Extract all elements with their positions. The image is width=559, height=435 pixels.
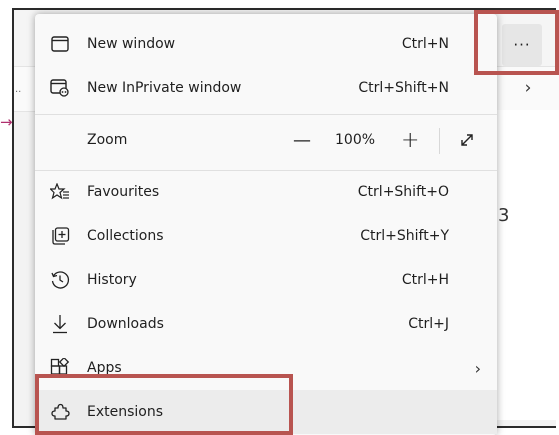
background-page-text: 3 [498, 205, 510, 226]
inprivate-window-icon [49, 77, 71, 99]
menu-item-label: Favourites [87, 184, 160, 200]
window-icon [49, 33, 71, 55]
pointer-arrow-icon: → [0, 113, 13, 131]
fullscreen-icon[interactable] [456, 129, 478, 151]
menu-item-shortcut: Ctrl+H [401, 272, 449, 288]
zoom-divider [439, 128, 440, 154]
menu-item-downloads[interactable]: Downloads Ctrl+J [35, 302, 497, 346]
menu-divider [35, 114, 497, 115]
chevron-right-icon[interactable]: › [518, 76, 538, 100]
menu-item-shortcut: Ctrl+Shift+Y [360, 228, 449, 244]
favourites-icon [49, 181, 71, 203]
menu-item-label: Collections [87, 228, 164, 244]
page-content-background [495, 110, 559, 420]
truncation-dots: .. [15, 84, 22, 95]
menu-item-zoom: Zoom — 100% + [35, 118, 497, 162]
annotation-box-extensions [35, 374, 293, 435]
zoom-out-button[interactable]: — [293, 130, 311, 151]
menu-item-favourites[interactable]: Favourites Ctrl+Shift+O [35, 170, 497, 214]
menu-item-label: New window [87, 36, 176, 52]
zoom-level: 100% [335, 132, 376, 148]
menu-item-shortcut: Ctrl+Shift+N [358, 80, 449, 96]
zoom-in-button[interactable]: + [401, 128, 419, 153]
menu-item-collections[interactable]: Collections Ctrl+Shift+Y [35, 214, 497, 258]
menu-item-label: Downloads [87, 316, 164, 332]
menu-item-new-inprivate-window[interactable]: New InPrivate window Ctrl+Shift+N [35, 66, 497, 110]
chevron-right-icon: › [474, 358, 481, 378]
downloads-icon [49, 313, 71, 335]
menu-item-shortcut: Ctrl+N [401, 36, 449, 52]
menu-item-history[interactable]: History Ctrl+H [35, 258, 497, 302]
history-icon [49, 269, 71, 291]
zoom-label: Zoom [87, 132, 128, 148]
collections-icon [49, 225, 71, 247]
menu-item-shortcut: Ctrl+Shift+O [357, 184, 449, 200]
settings-menu: New window Ctrl+N New InPrivate window C… [35, 14, 497, 435]
menu-item-label: New InPrivate window [87, 80, 242, 96]
menu-item-shortcut: Ctrl+J [408, 316, 449, 332]
menu-item-new-window[interactable]: New window Ctrl+N [35, 22, 497, 66]
menu-item-label: History [87, 272, 137, 288]
annotation-box-more-button [474, 10, 559, 75]
